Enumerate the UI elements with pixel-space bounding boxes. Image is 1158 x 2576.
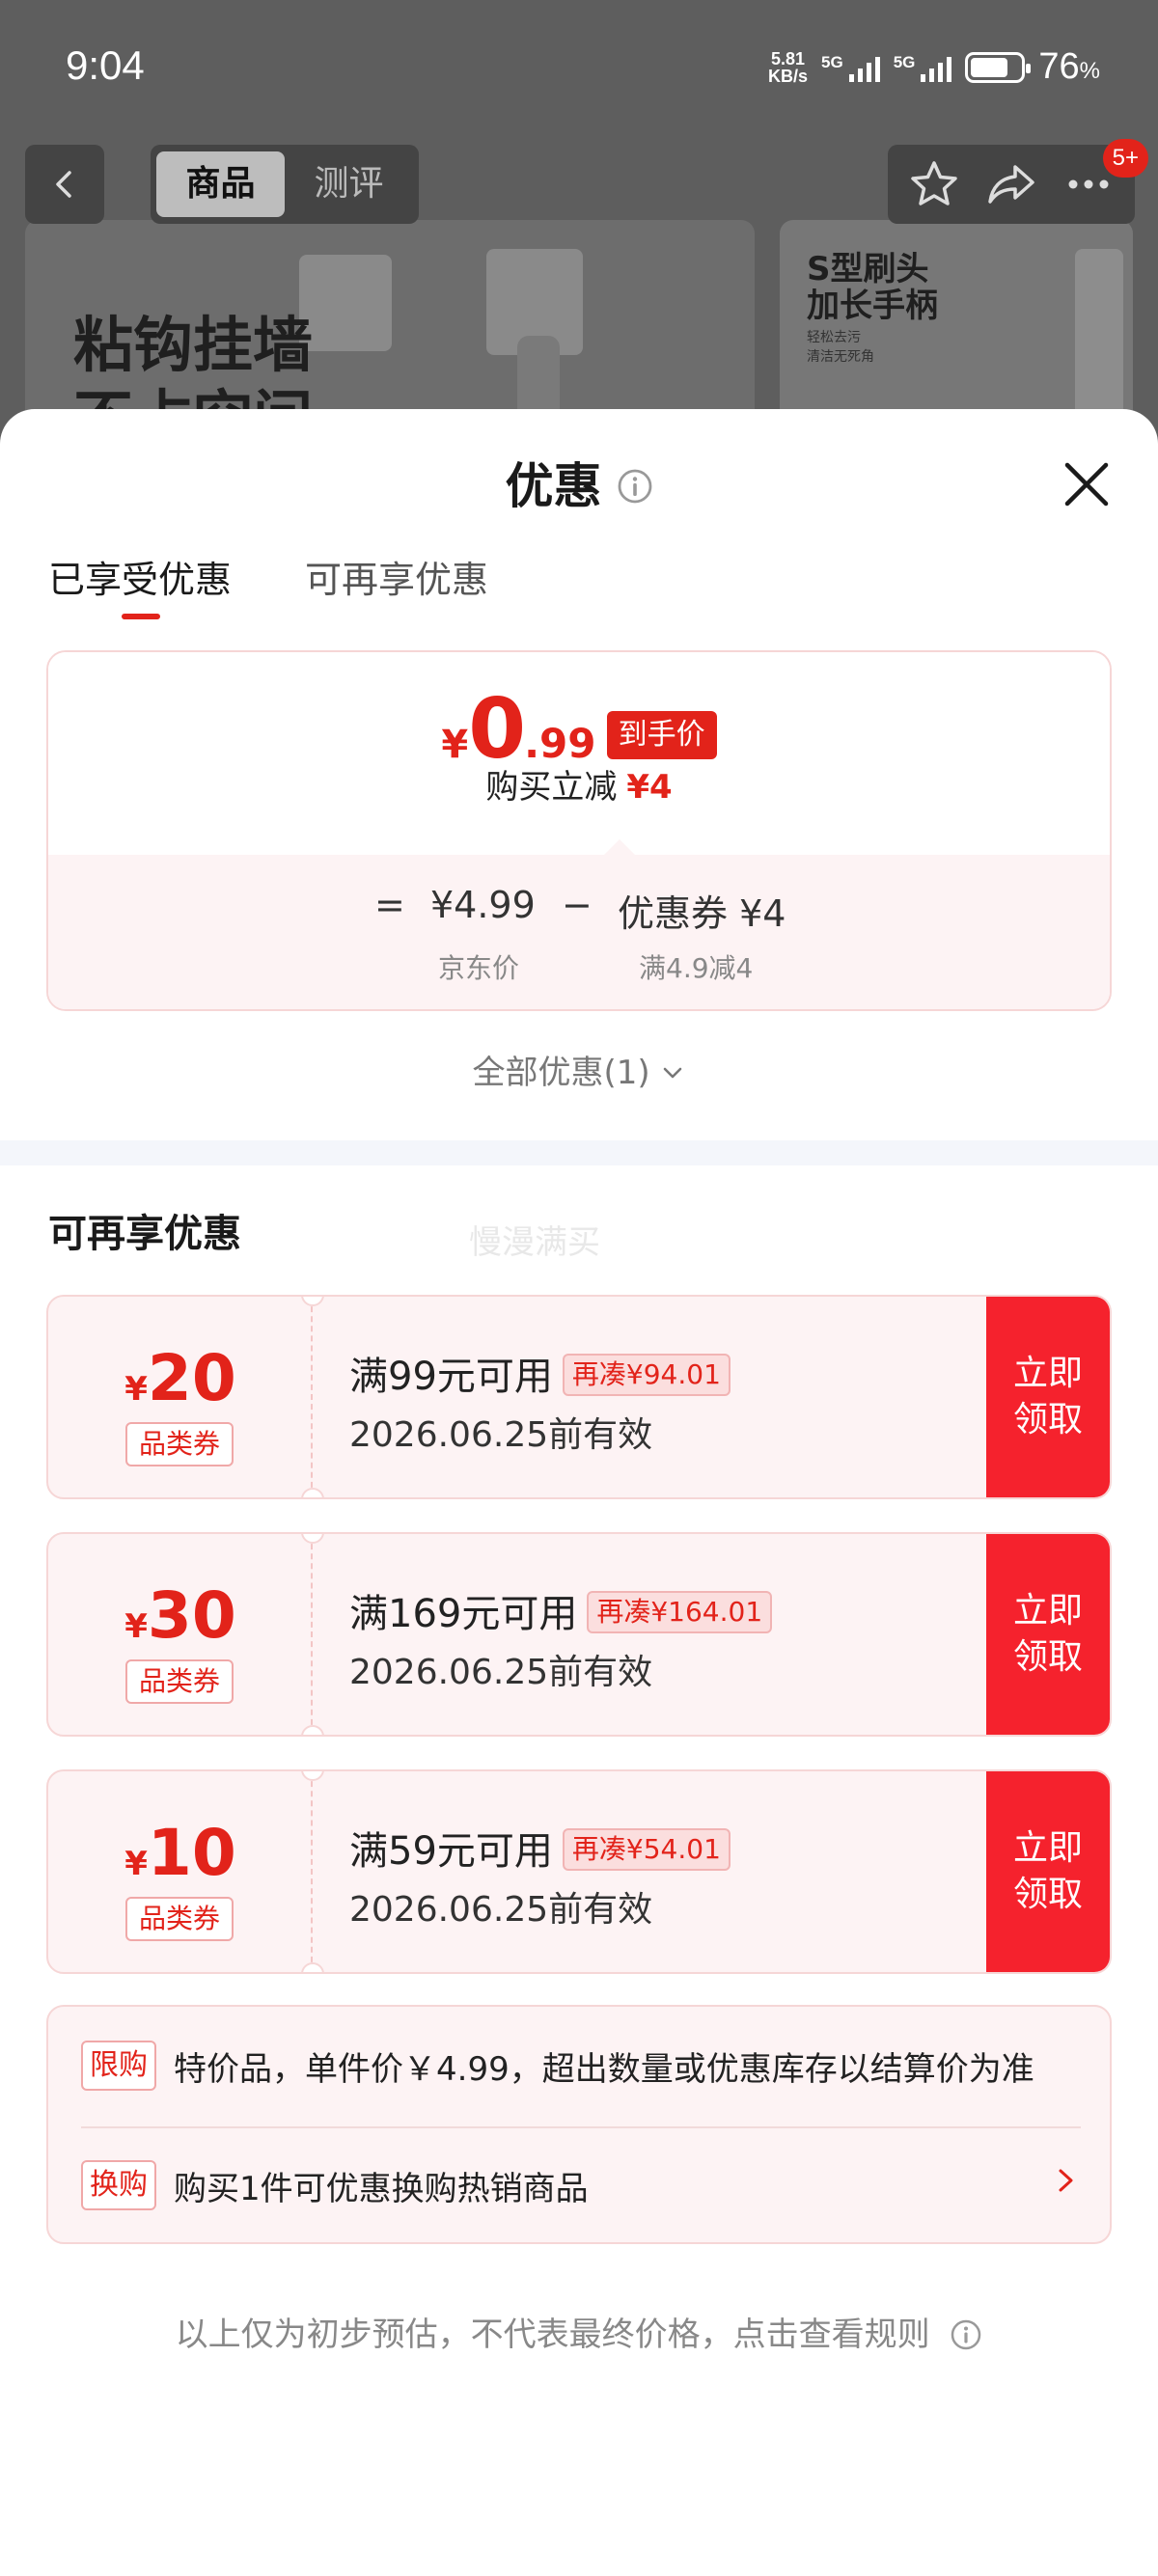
status-time: 9:04 <box>66 42 145 88</box>
signal-icon: 5G <box>821 53 880 82</box>
exchange-tag: 换购 <box>81 2160 156 2210</box>
purchase-reduction: 购买立减 ¥4 <box>485 768 673 807</box>
coupon-remaining: 再凑¥164.01 <box>587 1591 773 1633</box>
coupon-condition: 满99元可用 再凑¥94.01 <box>349 1345 731 1401</box>
product-tab-switcher: 商品 测评 <box>151 145 419 224</box>
back-icon <box>56 171 71 198</box>
signal-icon: 5G <box>894 53 952 82</box>
info-icon[interactable] <box>617 468 653 505</box>
coupon-deduction: 优惠券 ¥4 <box>618 892 786 935</box>
tab-available-offers[interactable]: 可再享优惠 <box>305 550 488 603</box>
coupon-caption: 满4.9减4 <box>639 952 754 984</box>
offers-sheet: 优惠 已享受优惠 可再享优惠 ¥0.99 到手价 购买立减 ¥4 = ¥4.99 … <box>0 409 1158 2576</box>
tab-review[interactable]: 测评 <box>285 151 413 217</box>
coupon-amount: ¥30 <box>124 1578 236 1653</box>
coupon-remaining: 再凑¥94.01 <box>562 1354 731 1396</box>
section-title-available: 可再享优惠 <box>48 1212 241 1256</box>
product-top-nav: 商品 测评 5+ <box>25 139 1148 224</box>
coupon-card: ¥20 品类券 满99元可用 再凑¥94.01 2026.06.25前有效 立即领… <box>46 1295 1112 1499</box>
info-icon <box>951 2319 981 2350</box>
coupon-condition: 满169元可用 再凑¥164.01 <box>349 1582 773 1638</box>
coupon-type: 品类券 <box>125 1659 234 1704</box>
more-badge: 5+ <box>1102 139 1148 178</box>
price-disclaimer[interactable]: 以上仅为初步预估，不代表最终价格，点击查看规则 <box>0 2308 1158 2355</box>
final-price-tag: 到手价 <box>606 711 717 759</box>
coupon-validity: 2026.06.25前有效 <box>349 1653 653 1692</box>
divider <box>81 2126 1081 2128</box>
hook-image <box>299 255 392 351</box>
promotion-notes: 限购 特价品，单件价￥4.99，超出数量或优惠库存以结算价为准 换购 购买1件可… <box>46 2005 1112 2244</box>
notch <box>604 839 635 855</box>
coupon-amount: ¥20 <box>124 1341 236 1415</box>
banner-right-title: S型刷头 加长手柄 <box>807 250 938 325</box>
product-actions <box>888 145 1135 224</box>
status-bar: 9:04 5.81 KB/s 5G 5G 76% <box>0 0 1158 135</box>
sheet-header: 优惠 <box>0 452 1158 521</box>
active-tab-indicator <box>122 614 160 619</box>
claim-coupon-button[interactable]: 立即 领取 <box>986 1297 1110 1497</box>
banner-right-subtitle: 轻松去污 清洁无死角 <box>807 330 874 365</box>
coupon-card: ¥30 品类券 满169元可用 再凑¥164.01 2026.06.25前有效 立… <box>46 1532 1112 1737</box>
coupon-validity: 2026.06.25前有效 <box>349 1890 653 1930</box>
watermark: 慢漫满买 <box>469 1223 600 1262</box>
close-icon[interactable] <box>1058 455 1116 513</box>
chevron-down-icon <box>664 1067 682 1079</box>
coupon-validity: 2026.06.25前有效 <box>349 1415 653 1455</box>
section-divider <box>0 1140 1158 1165</box>
exchange-purchase-link[interactable]: 换购 购买1件可优惠换购热销商品 <box>81 2155 1085 2215</box>
coupon-type: 品类券 <box>125 1422 234 1466</box>
network-speed: 5.81 KB/s <box>767 48 808 86</box>
coupon-type: 品类券 <box>125 1897 234 1941</box>
chevron-right-icon[interactable] <box>1052 2161 1081 2200</box>
back-button[interactable] <box>25 145 104 224</box>
status-indicators: 5.81 KB/s 5G 5G 76% <box>768 46 1100 88</box>
coupon-condition: 满59元可用 再凑¥54.01 <box>349 1820 731 1876</box>
battery-level <box>971 57 1008 77</box>
tab-enjoyed-offers[interactable]: 已享受优惠 <box>48 550 232 603</box>
battery-percent: 76% <box>1038 46 1100 87</box>
jd-price-caption: 京东价 <box>438 952 520 984</box>
coupon-card: ¥10 品类券 满59元可用 再凑¥54.01 2026.06.25前有效 立即领… <box>46 1769 1112 1974</box>
purchase-limit-note: 限购 特价品，单件价￥4.99，超出数量或优惠库存以结算价为准 <box>81 2036 1085 2096</box>
battery-icon <box>965 51 1032 83</box>
claim-coupon-button[interactable]: 立即 领取 <box>986 1771 1110 1972</box>
sheet-title: 优惠 <box>505 458 602 514</box>
jd-price: ¥4.99 <box>430 884 536 926</box>
coupon-remaining: 再凑¥54.01 <box>562 1828 731 1871</box>
limit-tag: 限购 <box>81 2041 156 2091</box>
final-price-card: ¥0.99 到手价 购买立减 ¥4 = ¥4.99 − 优惠券 ¥4 京东价 满4… <box>46 650 1112 1011</box>
price-breakdown: = ¥4.99 − 优惠券 ¥4 京东价 满4.9减4 <box>48 855 1110 1009</box>
claim-coupon-button[interactable]: 立即 领取 <box>986 1534 1110 1735</box>
all-offers-toggle[interactable]: 全部优惠(1) <box>0 1046 1158 1093</box>
share-icon[interactable] <box>984 157 1038 211</box>
tab-product[interactable]: 商品 <box>156 151 285 217</box>
coupon-amount: ¥10 <box>124 1816 236 1890</box>
star-icon[interactable] <box>907 157 961 211</box>
background-product-page: 粘钩挂墙 不占空间 S型刷头 加长手柄 轻松去污 清洁无死角 9:04 5.81… <box>0 0 1158 444</box>
